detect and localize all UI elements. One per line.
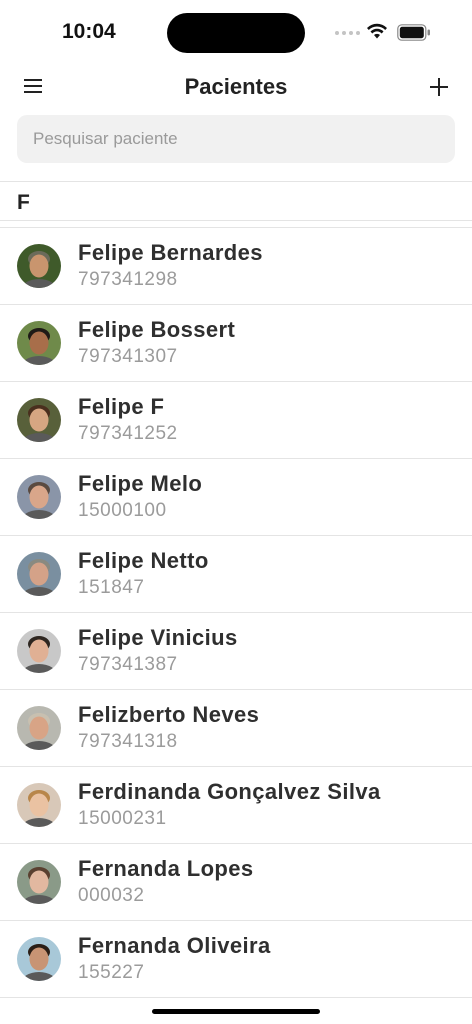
search-input[interactable] [17,115,455,163]
status-time: 10:04 [62,20,116,43]
patient-name: Fernanda Oliveira [78,933,271,958]
patient-name: Felipe Netto [78,548,209,573]
patient-row[interactable]: Ferdinanda Gonçalvez Silva 15000231 [0,767,472,844]
patient-name: Felipe F [78,394,165,419]
patient-code: 797341252 [78,423,178,444]
patient-name: Felipe Vinicius [78,625,238,650]
patient-avatar [17,783,61,827]
patient-row[interactable]: Felipe Melo 15000100 [0,459,472,536]
patient-avatar [17,552,61,596]
patient-name: Felipe Bernardes [78,240,263,265]
battery-icon [397,24,430,41]
patient-code: 000032 [78,885,145,906]
patient-code: 797341298 [78,269,178,290]
patient-row[interactable]: Fernanda Oliveira 155227 [0,921,472,998]
plus-icon[interactable] [428,76,450,98]
status-bar: 10:04 [0,0,472,62]
cellular-signal-icon [335,31,360,35]
patient-row[interactable]: Felipe Vinicius 797341387 [0,613,472,690]
patient-code: 15000100 [78,500,167,521]
patient-list-viewport[interactable]: 797341382Felipe Bernardes797341298Felipe… [0,221,472,1024]
patient-avatar [17,629,61,673]
patient-code: 15000231 [78,808,167,829]
patient-name: Felizberto Neves [78,702,260,727]
patient-avatar [17,860,61,904]
patient-row[interactable]: 797341382 [0,221,472,228]
patient-name: Felipe Melo [78,471,203,496]
patient-row[interactable]: Felipe Bernardes 797341298 [0,228,472,305]
patient-code: 797341387 [78,654,178,675]
patient-name: Felipe Bossert [78,317,236,342]
patient-avatar [17,475,61,519]
section-letter: F [17,191,30,214]
patient-avatar [17,244,61,288]
patient-row[interactable]: Felipe Netto 151847 [0,536,472,613]
patient-row[interactable]: Felipe F 797341252 [0,382,472,459]
patient-code: 797341307 [78,346,178,367]
page-title: Pacientes [184,74,288,99]
wifi-icon [367,23,387,39]
patient-avatar [17,398,61,442]
navigation-bar: Pacientes [0,62,472,112]
patient-row[interactable]: Fernanda Lopes 000032 [0,844,472,921]
patient-avatar [17,706,61,750]
patient-code: 151847 [78,577,145,598]
patient-avatar [17,937,61,981]
patient-row[interactable]: Felipe Bossert 797341307 [0,305,472,382]
patient-code: 155227 [78,962,145,983]
section-header: F [0,181,472,221]
dynamic-island [167,13,305,53]
patient-row[interactable]: Felizberto Neves 797341318 [0,690,472,767]
patient-name: Fernanda Lopes [78,856,254,881]
patient-avatar [17,321,61,365]
patient-name: Ferdinanda Gonçalvez Silva [78,779,381,804]
patient-code: 797341318 [78,731,178,752]
home-indicator[interactable] [152,1009,320,1014]
patient-list: 797341382Felipe Bernardes797341298Felipe… [0,221,472,998]
